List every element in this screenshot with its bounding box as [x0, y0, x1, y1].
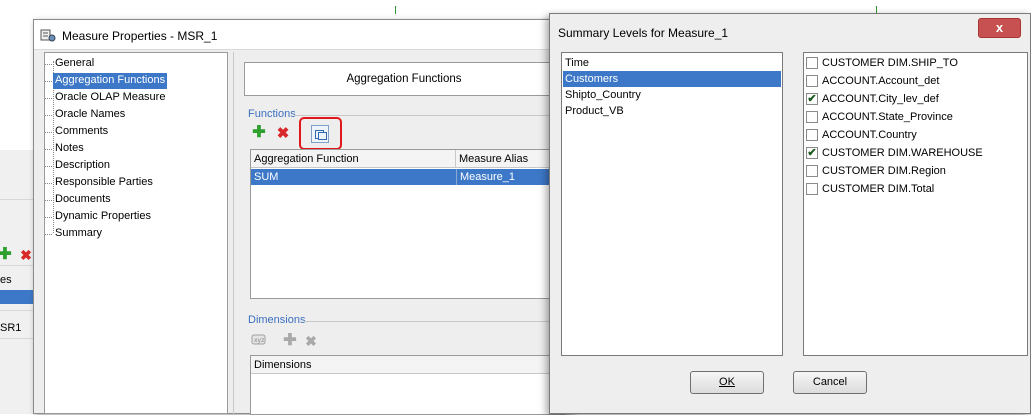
levels-list: CUSTOMER DIM.SHIP_TO ACCOUNT.Account_det… — [803, 52, 1028, 356]
measure-properties-dialog: Measure Properties - MSR_1 General Aggre… — [33, 19, 574, 415]
close-button[interactable]: x — [978, 18, 1021, 38]
level-checkbox[interactable] — [806, 165, 818, 177]
cell-aggregation-function[interactable]: SUM — [251, 169, 281, 185]
panel-header: Aggregation Functions — [244, 62, 564, 96]
background-text-fragment: SR1 — [0, 322, 22, 334]
level-checkbox[interactable] — [806, 57, 818, 69]
level-label: ACCOUNT.City_lev_def — [822, 93, 939, 105]
cancel-button[interactable]: Cancel — [793, 371, 867, 394]
add-dimension-icon[interactable]: ✚ — [281, 332, 299, 350]
background-text-fragment: es — [0, 274, 12, 286]
list-item[interactable]: Customers — [563, 71, 781, 87]
tree-item-oracle-olap-measure[interactable]: Oracle OLAP Measure — [44, 90, 167, 106]
summary-dialog-title: Summary Levels for Measure_1 — [558, 26, 729, 40]
tree-item-responsible-parties[interactable]: Responsible Parties — [45, 175, 155, 191]
tree-item-documents[interactable]: Documents — [45, 192, 113, 208]
column-header-dimensions[interactable]: Dimensions — [251, 356, 565, 374]
delete-dimension-icon[interactable]: ✖ — [302, 332, 320, 350]
functions-group-divider — [294, 115, 564, 116]
column-header-aggregation-function[interactable]: Aggregation Function — [251, 150, 456, 168]
dialog-title: Measure Properties - MSR_1 — [62, 29, 218, 43]
level-checkbox[interactable] — [806, 183, 818, 195]
ok-button-label: OK — [719, 376, 735, 388]
level-checkbox[interactable] — [806, 111, 818, 123]
add-function-icon[interactable]: ✚ — [250, 124, 268, 142]
level-label: ACCOUNT.Country — [822, 129, 917, 141]
tree-item-comments[interactable]: Comments — [44, 124, 110, 140]
level-label: ACCOUNT.State_Province — [822, 111, 953, 123]
properties-panel: Aggregation Functions Functions ✚ ✖ Aggr… — [233, 52, 574, 415]
list-item[interactable]: Product_VB — [563, 103, 781, 119]
measure-properties-icon — [40, 27, 56, 43]
hierarchy-list: Time Customers Shipto_Country Product_VB — [561, 52, 783, 356]
svg-text:xyz: xyz — [254, 337, 264, 344]
title-bar: Measure Properties - MSR_1 — [34, 20, 572, 50]
tree-item-summary[interactable]: Summary — [44, 226, 104, 242]
list-item[interactable]: Shipto_Country — [563, 87, 781, 103]
background-tick-mark — [395, 6, 396, 14]
level-checkbox-checked[interactable]: ✔ — [806, 147, 818, 159]
tree-item-notes[interactable]: Notes — [45, 141, 86, 157]
level-label: CUSTOMER DIM.Region — [822, 165, 946, 177]
close-icon: x — [995, 20, 1004, 35]
dimension-properties-icon[interactable]: xyz — [251, 332, 269, 348]
level-checkbox[interactable] — [806, 129, 818, 141]
dimensions-group-divider — [304, 321, 564, 322]
functions-group-label: Functions — [248, 108, 296, 120]
cell-measure-alias[interactable]: Measure_1 — [456, 169, 518, 185]
level-label: CUSTOMER DIM.SHIP_TO — [822, 57, 958, 69]
background-add-icon: ✚ — [0, 246, 12, 263]
level-label: ACCOUNT.Account_det — [822, 75, 940, 87]
delete-function-icon[interactable]: ✖ — [274, 124, 292, 142]
panel-header-title: Aggregation Functions — [346, 73, 462, 85]
dimensions-table: Dimensions — [250, 355, 566, 415]
tree-item-dynamic-properties[interactable]: Dynamic Properties — [45, 209, 153, 225]
summary-levels-button[interactable] — [311, 125, 329, 143]
level-label: CUSTOMER DIM.Total — [822, 183, 935, 195]
tree-item-description[interactable]: Description — [44, 158, 112, 174]
cancel-button-label: Cancel — [812, 376, 848, 388]
level-checkbox-checked[interactable]: ✔ — [806, 93, 818, 105]
tree-item-aggregation-functions[interactable]: Aggregation Functions — [44, 73, 168, 89]
dimensions-group-label: Dimensions — [248, 314, 306, 326]
tree-item-general[interactable]: General — [44, 56, 96, 72]
level-checkbox[interactable] — [806, 75, 818, 87]
tree-item-oracle-names[interactable]: Oracle Names — [44, 107, 127, 123]
list-item[interactable]: Time — [563, 55, 781, 71]
functions-table: Aggregation Function Measure Alias SUM M… — [250, 149, 566, 299]
summary-levels-dialog: Summary Levels for Measure_1 x Time Cust… — [549, 13, 1031, 414]
property-tree: General Aggregation Functions Oracle OLA… — [44, 52, 228, 414]
level-label: CUSTOMER DIM.WAREHOUSE — [822, 147, 983, 159]
ok-button[interactable]: OK — [690, 371, 764, 394]
